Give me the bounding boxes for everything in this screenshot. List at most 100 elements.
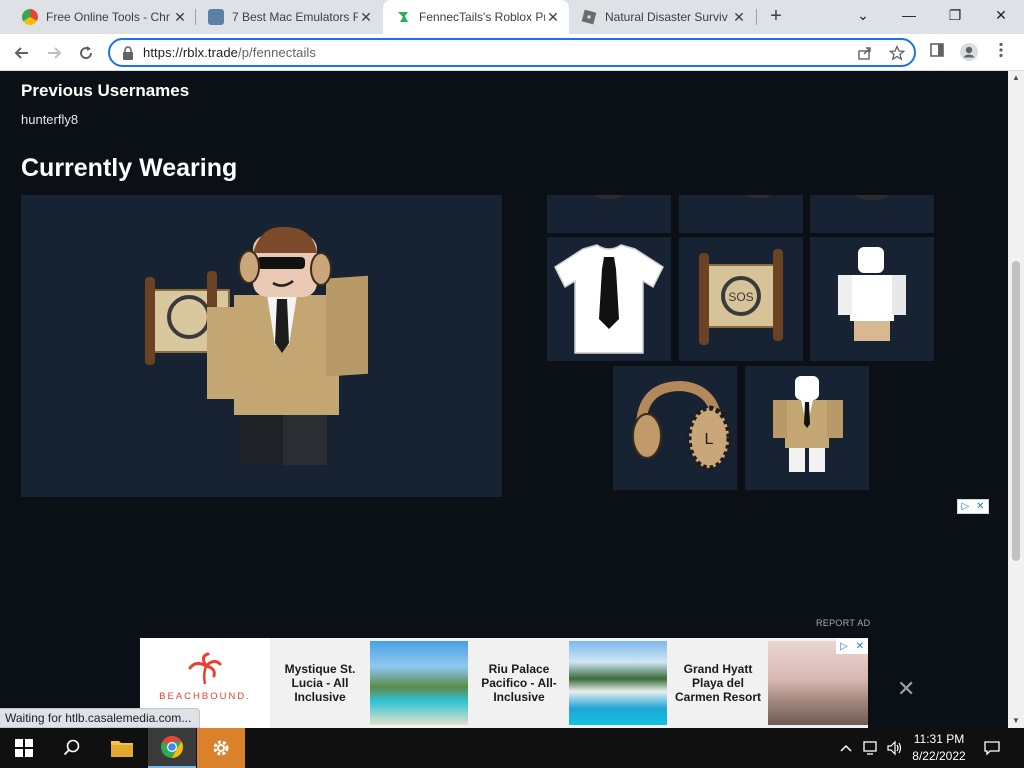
page-viewport: Previous Usernames hunterfly8 Currently … [0,71,1008,728]
adchoices-icon: ▷ [839,641,848,652]
report-ad-link[interactable]: REPORT AD [816,618,870,628]
avatar-render-panel[interactable] [21,195,502,497]
search-icon [63,739,80,756]
profile-avatar-icon[interactable] [958,42,980,64]
hat-item-thumbnail [856,190,888,200]
tab-mac-emulators[interactable]: 7 Best Mac Emulators F ✕ [196,0,382,34]
file-explorer-button[interactable] [98,728,146,768]
tab-free-online-tools[interactable]: Free Online Tools - Chr ✕ [10,0,196,34]
reload-icon [80,46,93,60]
volume-icon[interactable] [884,728,906,768]
share-icon[interactable] [856,45,874,63]
resort-photo-image[interactable] [370,641,468,725]
item-tile[interactable] [810,237,934,361]
avatar-figure [145,226,368,465]
close-window-button[interactable]: ✕ [978,0,1024,30]
scrollbar-thumb[interactable] [1012,261,1020,561]
clock-time: 11:31 PM [913,732,965,746]
item-tile[interactable] [810,190,934,233]
previous-usernames-heading: Previous Usernames [21,81,190,100]
address-bar[interactable]: https://rblx.trade/p/fennectails [108,38,916,67]
currently-wearing-heading: Currently Wearing [21,154,238,182]
palm-tree-icon [188,652,222,685]
back-button[interactable] [8,39,36,67]
network-icon[interactable] [860,728,882,768]
folder-icon [111,741,133,757]
notifications-icon[interactable] [980,728,1004,768]
mac-emulators-favicon-icon [208,9,224,25]
chrome-taskbar-button[interactable] [148,728,196,768]
address-host: https://rblx.trade [143,45,239,60]
search-button[interactable] [48,728,96,768]
back-arrow-icon [14,47,28,59]
item-tile[interactable]: L [613,366,737,490]
chrome-tools-favicon-icon [22,9,38,25]
tab-strip: Free Online Tools - Chr ✕ 7 Best Mac Emu… [0,0,1024,34]
close-icon[interactable]: ✕ [731,9,747,25]
windows-taskbar: 11:31 PM 8/22/2022 [0,728,1024,768]
address-path: /p/fennectails [238,45,317,60]
previous-username: hunterfly8 [21,112,79,127]
rblx-trade-favicon-icon [395,9,411,25]
chrome-icon [161,736,183,758]
white-body-thumbnail [838,247,906,341]
tab-fennectails-profile[interactable]: FennecTails's Roblox Pr ✕ [383,0,569,34]
browser-toolbar: https://rblx.trade/p/fennectails [0,34,1024,71]
banner-ad[interactable]: BEACHBOUND. Mystique St. Lucia - All Inc… [140,638,868,728]
hat-item-thumbnail [747,192,771,198]
tab-search-button[interactable]: ⌄ [840,0,886,30]
minimize-button[interactable]: — [886,0,932,30]
ad-deal-title[interactable]: Mystique St. Lucia - All Inclusive [270,638,370,728]
headphones-thumbnail: L [632,380,732,471]
close-ad-button[interactable]: ✕ [897,676,915,702]
windows-logo-icon [15,739,33,757]
item-tile[interactable] [547,191,671,233]
tab-title: Natural Disaster Surviv [605,10,728,24]
forward-arrow-icon [48,47,62,59]
roblox-favicon-icon [581,9,597,25]
new-tab-button[interactable]: + [764,5,788,29]
hat-item-thumbnail [595,191,623,199]
maximize-button[interactable]: ❐ [932,0,978,30]
brand-logo-text: BEACHBOUND. [159,691,251,702]
sos-scroll-thumbnail: SOS [699,249,783,345]
side-panel-icon[interactable] [926,42,948,64]
close-icon[interactable]: ✕ [545,9,561,25]
bookmark-star-icon[interactable] [888,44,906,63]
tab-title: FennecTails's Roblox Pr [419,10,545,24]
item-tile[interactable]: SOS [679,237,803,361]
resort-photo-image[interactable] [569,641,667,725]
address-url[interactable]: https://rblx.trade/p/fennectails [143,45,316,60]
item-tile[interactable] [547,237,671,361]
settings-taskbar-button[interactable] [197,728,245,768]
tab-title: Free Online Tools - Chr [46,10,170,24]
tab-title: 7 Best Mac Emulators F [232,10,358,24]
start-button[interactable] [0,728,48,768]
scroll-down-arrow-icon[interactable]: ▼ [1008,714,1024,728]
status-bubble: Waiting for htlb.casalemedia.com... [0,708,201,728]
ad-deal-title[interactable]: Riu Palace Pacifico - All-Inclusive [469,638,569,728]
close-icon[interactable]: ✕ [358,9,374,25]
svg-text:SOS: SOS [728,290,753,304]
reload-button[interactable] [72,39,100,67]
tie-shirt-thumbnail [554,244,664,354]
tan-suit-thumbnail [773,376,843,472]
forward-button[interactable] [40,39,68,67]
adchoices-icon: ▷ [961,501,970,512]
system-clock[interactable]: 11:31 PM 8/22/2022 [904,731,974,765]
gear-icon [213,740,229,756]
page-scrollbar[interactable]: ▲ ▼ [1008,71,1024,728]
item-tile[interactable] [679,192,803,233]
ad-deal-title[interactable]: Grand Hyatt Playa del Carmen Resort [668,638,768,728]
tab-separator [756,9,757,25]
close-icon[interactable]: ✕ [976,501,984,512]
scroll-up-arrow-icon[interactable]: ▲ [1008,71,1024,85]
tray-overflow-chevron-icon[interactable] [836,728,856,768]
close-icon[interactable]: ✕ [856,641,864,652]
close-icon[interactable]: ✕ [172,9,188,25]
item-tile[interactable] [745,366,869,490]
tab-natural-disaster[interactable]: Natural Disaster Surviv ✕ [569,0,755,34]
more-menu-icon[interactable] [990,42,1012,64]
adchoices-badge[interactable]: ▷ ✕ [957,499,989,514]
adchoices-badge[interactable]: ▷ ✕ [836,639,868,654]
